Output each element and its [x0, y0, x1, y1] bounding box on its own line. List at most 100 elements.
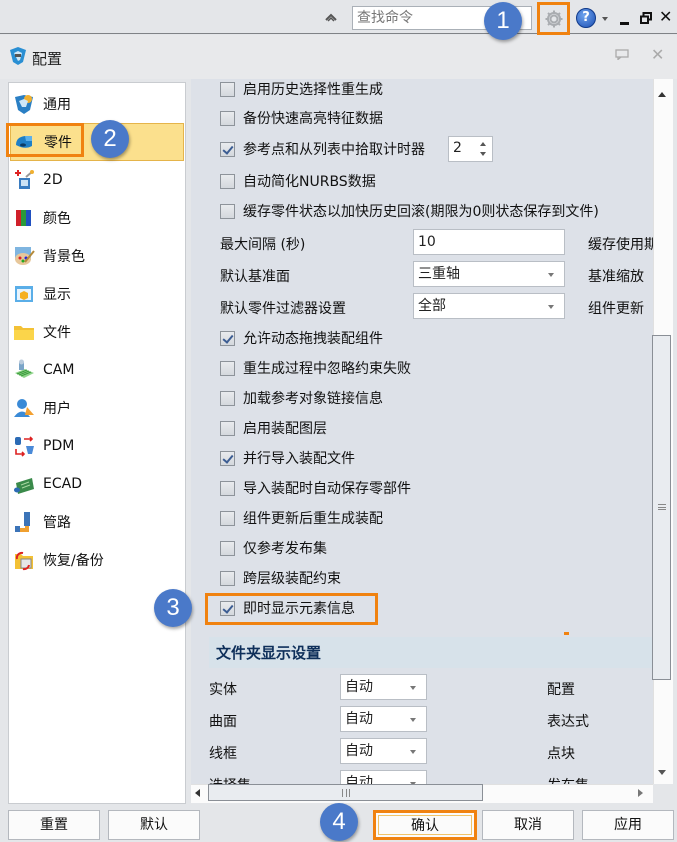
- folder-display-dropdown[interactable]: 自动: [340, 706, 427, 732]
- option-checkbox-row[interactable]: 启用历史选择性重生成: [220, 78, 383, 100]
- sidebar-item-background-color[interactable]: 背景色: [10, 238, 184, 274]
- max-interval-input[interactable]: 10: [413, 229, 565, 255]
- scroll-down-icon[interactable]: [658, 770, 666, 775]
- cam-icon: [13, 359, 35, 381]
- option-checkbox-row[interactable]: 跨层级装配约束: [220, 567, 341, 589]
- option-checkbox-row[interactable]: 仅参考发布集: [220, 537, 327, 559]
- option-checkbox-row[interactable]: 允许动态拖拽装配组件: [220, 327, 383, 349]
- sidebar-item-restore-backup[interactable]: 恢复/备份: [10, 542, 184, 578]
- folder-row-right-label: 点块: [547, 746, 575, 762]
- chevron-down-icon: [548, 273, 554, 277]
- option-label: 备份快速高亮特征数据: [243, 111, 383, 127]
- scroll-right-icon[interactable]: [638, 789, 643, 797]
- collapse-ribbon-icon[interactable]: [324, 10, 338, 24]
- option-checkbox-row[interactable]: 启用装配图层: [220, 417, 327, 439]
- checkbox-checked[interactable]: [220, 450, 235, 466]
- default-datum-value: 三重轴: [418, 266, 460, 282]
- config-icon: [10, 47, 26, 65]
- option-label: 并行导入装配文件: [243, 451, 355, 467]
- sidebar-item-folder[interactable]: 文件: [10, 314, 184, 350]
- ok-button[interactable]: 确认: [373, 810, 477, 840]
- sidebar-item-pdm[interactable]: PDM: [10, 428, 184, 464]
- background-color-icon: [13, 245, 35, 267]
- folder-row-label: 线框: [209, 746, 237, 762]
- horizontal-scroll-thumb[interactable]: [208, 784, 483, 801]
- sidebar-item-label: CAM: [43, 362, 75, 378]
- restore-icon[interactable]: [640, 12, 652, 24]
- checkbox-unchecked[interactable]: [220, 81, 235, 97]
- color-icon: [13, 207, 35, 229]
- option-label: 组件更新后重生成装配: [243, 511, 383, 527]
- option-checkbox-row[interactable]: 加载参考对象链接信息: [220, 387, 383, 409]
- checkbox-unchecked[interactable]: [220, 420, 235, 436]
- scroll-up-icon[interactable]: [658, 92, 666, 97]
- sidebar-item-display[interactable]: 显示: [10, 276, 184, 312]
- option-checkbox-row[interactable]: 自动简化NURBS数据: [220, 170, 376, 192]
- option-checkbox-row[interactable]: 备份快速高亮特征数据: [220, 107, 383, 129]
- option-label: 自动简化NURBS数据: [243, 174, 376, 190]
- sidebar-item-label: 显示: [43, 287, 71, 303]
- sidebar-item-user[interactable]: 用户: [10, 390, 184, 426]
- folder-display-dropdown[interactable]: 自动: [340, 738, 427, 764]
- default-button[interactable]: 默认: [108, 810, 200, 840]
- option-label: 启用历史选择性重生成: [243, 82, 383, 98]
- folder-display-dropdown[interactable]: 自动: [340, 674, 427, 700]
- sidebar-item-color[interactable]: 颜色: [10, 200, 184, 236]
- sidebar-item-label: 2D: [43, 172, 63, 188]
- option-checkbox-row[interactable]: 缓存零件状态以加快历史回滚(期限为0则状态保存到文件): [220, 200, 599, 222]
- checkbox-unchecked[interactable]: [220, 360, 235, 376]
- pick-timer-value: 2: [453, 140, 462, 156]
- option-checkbox-row[interactable]: 重生成过程中忽略约束失败: [220, 357, 411, 379]
- checkbox-unchecked[interactable]: [220, 110, 235, 126]
- grip-icon: [342, 789, 350, 797]
- sidebar-item-label: 颜色: [43, 211, 71, 227]
- settings-button[interactable]: [537, 2, 570, 35]
- folder-row-label: 曲面: [209, 714, 237, 730]
- scroll-left-icon[interactable]: [195, 789, 200, 797]
- sidebar-item-cam[interactable]: CAM: [10, 352, 184, 388]
- ecad-icon: [13, 473, 35, 495]
- checkbox-unchecked[interactable]: [220, 390, 235, 406]
- checkbox-unchecked[interactable]: [220, 480, 235, 496]
- option-label: 加载参考对象链接信息: [243, 391, 383, 407]
- vertical-scroll-thumb[interactable]: [652, 335, 671, 680]
- sidebar-item-ecad[interactable]: ECAD: [10, 466, 184, 502]
- restore-backup-icon: [13, 549, 35, 571]
- option-checkbox-row[interactable]: 导入装配时自动保存零部件: [220, 477, 411, 499]
- sidebar-item-general[interactable]: 通用: [10, 86, 184, 122]
- spin-up-icon[interactable]: [480, 142, 486, 146]
- option-checkbox-row[interactable]: 参考点和从列表中拾取计时器: [220, 138, 425, 160]
- cancel-button[interactable]: 取消: [482, 810, 574, 840]
- folder-display-section-header: 文件夹显示设置: [209, 637, 653, 668]
- grip-icon: [658, 504, 666, 510]
- checkbox-unchecked[interactable]: [220, 570, 235, 586]
- close-icon[interactable]: ✕: [659, 9, 672, 25]
- pick-timer-spinner[interactable]: 2: [448, 136, 493, 162]
- chevron-down-icon: [410, 718, 416, 722]
- minimize-icon[interactable]: [620, 22, 629, 25]
- checkbox-unchecked[interactable]: [220, 540, 235, 556]
- checkbox-unchecked[interactable]: [220, 510, 235, 526]
- checkbox-checked[interactable]: [220, 141, 235, 157]
- help-icon[interactable]: ?: [576, 8, 596, 28]
- option-checkbox-row[interactable]: 并行导入装配文件: [220, 447, 355, 469]
- sidebar-item-label: 恢复/备份: [43, 553, 104, 569]
- checkbox-unchecked[interactable]: [220, 203, 235, 219]
- option-label: 仅参考发布集: [243, 541, 327, 557]
- checkbox-checked[interactable]: [220, 330, 235, 346]
- option-checkbox-row[interactable]: 组件更新后重生成装配: [220, 507, 383, 529]
- reset-button[interactable]: 重置: [8, 810, 100, 840]
- chevron-down-icon: [548, 305, 554, 309]
- apply-button[interactable]: 应用: [582, 810, 674, 840]
- spin-down-icon[interactable]: [480, 152, 486, 156]
- sidebar-item-piping[interactable]: 管路: [10, 504, 184, 540]
- help-dropdown-icon[interactable]: [602, 17, 608, 21]
- dialog-close-icon[interactable]: ✕: [651, 45, 664, 64]
- default-datum-dropdown[interactable]: 三重轴: [413, 261, 565, 287]
- option-label: 缓存零件状态以加快历史回滚(期限为0则状态保存到文件): [243, 204, 599, 220]
- checkbox-unchecked[interactable]: [220, 173, 235, 189]
- default-filter-dropdown[interactable]: 全部: [413, 293, 565, 319]
- comment-icon[interactable]: [615, 49, 629, 60]
- datum-scale-label: 基准缩放: [588, 269, 644, 285]
- sidebar-item-2d[interactable]: 2D: [10, 162, 184, 198]
